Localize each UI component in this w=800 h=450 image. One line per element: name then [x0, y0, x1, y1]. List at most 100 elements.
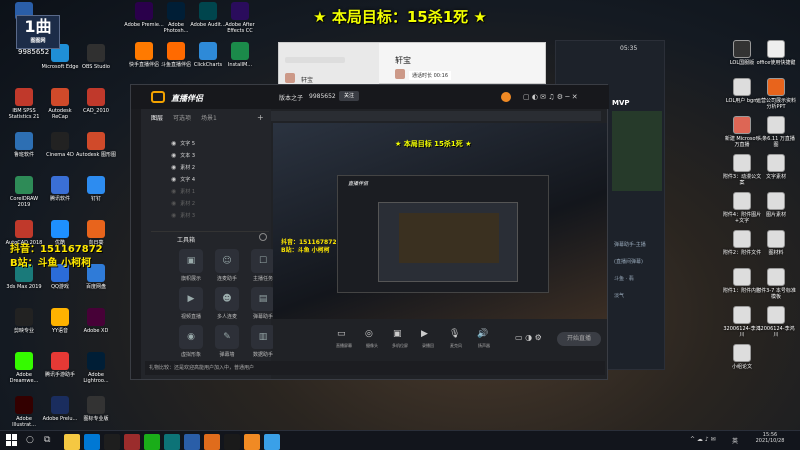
- layer-row[interactable]: ◉ 文字 4: [171, 173, 271, 185]
- layer-row[interactable]: ◉ 文字 5: [171, 137, 271, 149]
- search-icon[interactable]: ○: [26, 435, 34, 445]
- tool-7-icon[interactable]: ✎: [215, 325, 239, 349]
- more-tools-icon[interactable]: [259, 233, 267, 241]
- file-icon: [767, 192, 785, 210]
- user-avatar-icon[interactable]: [501, 92, 511, 102]
- desktop-icon[interactable]: 图材料: [756, 230, 796, 256]
- desktop-icon[interactable]: IBM SPSS Statistics 21: [4, 88, 44, 120]
- side-list-item[interactable]: 弹幕助手-主播: [614, 241, 664, 248]
- desktop-icon[interactable]: 32006124-李鸿川: [756, 306, 796, 338]
- premiere-icon[interactable]: [124, 434, 140, 450]
- chat-window[interactable]: 轩宝 轩宝 通话时长 00:16: [278, 42, 546, 85]
- desktop-icon[interactable]: 文字素材: [756, 154, 796, 180]
- tool-8-icon[interactable]: ▥: [251, 325, 275, 349]
- tool-label: 视频直播: [180, 314, 201, 320]
- desktop-icon-label: CorelDRAW 2019: [9, 196, 39, 208]
- layer-row[interactable]: ◉ 素材 2: [171, 197, 271, 209]
- eye-icon[interactable]: ◉: [171, 176, 176, 183]
- window-controls[interactable]: ▢ ◐ ✉ ♫ ⚙ ─ ✕: [523, 93, 578, 101]
- wechat-icon[interactable]: [144, 434, 160, 450]
- add-scene-icon[interactable]: +: [257, 113, 264, 122]
- live-companion-icon[interactable]: [244, 434, 260, 450]
- desktop-icon[interactable]: 腾讯软件: [40, 176, 80, 202]
- app-icon[interactable]: [264, 434, 280, 450]
- clock[interactable]: 15:56 2021/10/28: [752, 432, 788, 444]
- input-language[interactable]: 英: [732, 436, 738, 445]
- desktop-icon[interactable]: Autodesk ReCap: [40, 88, 80, 120]
- tool-4-icon[interactable]: ☻: [215, 287, 239, 311]
- side-list-item[interactable]: (直播间弹幕): [614, 258, 664, 265]
- tool-1-icon[interactable]: ☺: [215, 249, 239, 273]
- desktop-icon[interactable]: Cinema 4D: [40, 132, 80, 158]
- tool-0-icon[interactable]: ▣: [179, 249, 203, 273]
- app-icon: [135, 42, 153, 60]
- app-icon[interactable]: [184, 434, 200, 450]
- tool-6-icon[interactable]: ◉: [179, 325, 203, 349]
- desktop-icon[interactable]: 附件3-7 本号标准模板: [756, 268, 796, 300]
- layer-row[interactable]: ◉ 文本 3: [171, 149, 271, 161]
- side-list-item[interactable]: 淡气: [614, 292, 664, 299]
- desktop-icon[interactable]: 图标专业版: [76, 396, 116, 422]
- app-icon[interactable]: [104, 434, 120, 450]
- control-5-icon[interactable]: 🔊: [477, 329, 488, 339]
- desktop-icon[interactable]: YY语音: [40, 308, 80, 334]
- eye-icon[interactable]: ◉: [171, 152, 176, 159]
- eye-icon[interactable]: ◉: [171, 200, 176, 207]
- live-companion-window[interactable]: 直播伴侣 版本之子 9985652 关注 ▢ ◐ ✉ ♫ ⚙ ─ ✕ 图层 可选项…: [130, 84, 609, 380]
- tool-5-icon[interactable]: ▤: [251, 287, 275, 311]
- tool-3-icon[interactable]: ▶: [179, 287, 203, 311]
- start-live-button[interactable]: 开始直播: [557, 332, 601, 346]
- desktop-icon[interactable]: InstallM...: [220, 42, 260, 68]
- tray-icons[interactable]: ^ ☁ ♪ ✉: [690, 436, 716, 443]
- chat-contact-name[interactable]: 轩宝: [301, 75, 313, 84]
- desktop-icon[interactable]: Adobe After Effects CC: [220, 2, 260, 34]
- eye-icon[interactable]: ◉: [171, 188, 176, 195]
- desktop-icon[interactable]: Adobe Illustrat...: [4, 396, 44, 428]
- task-view-icon[interactable]: ⧉: [44, 435, 50, 445]
- desktop-icon[interactable]: 剪映专业: [4, 308, 44, 334]
- tab-1[interactable]: 可选项: [173, 115, 191, 122]
- desktop-icon[interactable]: 鲁班软件: [4, 132, 44, 158]
- side-list-item[interactable]: 斗鱼 · 翡: [614, 275, 664, 282]
- desktop-icon[interactable]: office使用快捷键: [756, 40, 796, 66]
- follow-button[interactable]: 关注: [339, 91, 359, 101]
- edge-icon[interactable]: [84, 434, 100, 450]
- desktop-icon[interactable]: CAD_2010: [76, 88, 116, 114]
- desktop-icon[interactable]: 腾讯手游助手: [40, 352, 80, 378]
- desktop-icon[interactable]: CorelDRAW 2019: [4, 176, 44, 208]
- desktop-icon[interactable]: 钉钉: [76, 176, 116, 202]
- control-2-icon[interactable]: ▣: [393, 329, 402, 339]
- sidebar-tabs[interactable]: 图层 可选项 场景1: [151, 113, 227, 122]
- app-icon[interactable]: [224, 434, 240, 450]
- app-icon[interactable]: [204, 434, 220, 450]
- control-0-icon[interactable]: ▭: [337, 329, 346, 339]
- desktop-icon[interactable]: 运营公司展示资料分析PPT: [756, 78, 796, 110]
- control-1-icon[interactable]: ◎: [365, 329, 373, 339]
- settings-icons[interactable]: ▭ ◑ ⚙: [515, 333, 542, 342]
- app-icon[interactable]: [164, 434, 180, 450]
- control-3-icon[interactable]: ▶: [421, 329, 428, 339]
- desktop-icon[interactable]: Adobe Dreamwe...: [4, 352, 44, 384]
- eye-icon[interactable]: ◉: [171, 212, 176, 219]
- file-explorer-icon[interactable]: [64, 434, 80, 450]
- tool-2-icon[interactable]: ☐: [251, 249, 275, 273]
- start-button[interactable]: [6, 434, 18, 446]
- eye-icon[interactable]: ◉: [171, 164, 176, 171]
- desktop-icon[interactable]: 头条6.11 万直播图: [756, 116, 796, 148]
- eye-icon[interactable]: ◉: [171, 140, 176, 147]
- layer-row[interactable]: ◉ 素材 3: [171, 209, 271, 221]
- chat-search-input[interactable]: [285, 57, 345, 63]
- layer-row[interactable]: ◉ 素材 2: [171, 161, 271, 173]
- desktop-icon[interactable]: OBS Studio: [76, 44, 116, 70]
- tab-2[interactable]: 场景1: [201, 115, 217, 122]
- layer-row[interactable]: ◉ 素材 1: [171, 185, 271, 197]
- desktop-icon[interactable]: 小组论文: [722, 344, 762, 370]
- desktop-icon[interactable]: Adobe Prelu...: [40, 396, 80, 422]
- desktop-icon[interactable]: Adobe XD: [76, 308, 116, 334]
- layer-list[interactable]: ◉ 文字 5 ◉ 文本 3 ◉ 素材 2 ◉ 文字 4 ◉ 素材 1 ◉ 素材 2 ◉ 素材 3: [171, 137, 271, 221]
- tab-0[interactable]: 图层: [151, 115, 163, 122]
- desktop-icon[interactable]: Autodesk 图形图: [76, 132, 116, 158]
- control-4-icon[interactable]: 🎙: [449, 329, 460, 339]
- desktop-icon[interactable]: 图片素材: [756, 192, 796, 218]
- desktop-icon[interactable]: Adobe Lightroo...: [76, 352, 116, 384]
